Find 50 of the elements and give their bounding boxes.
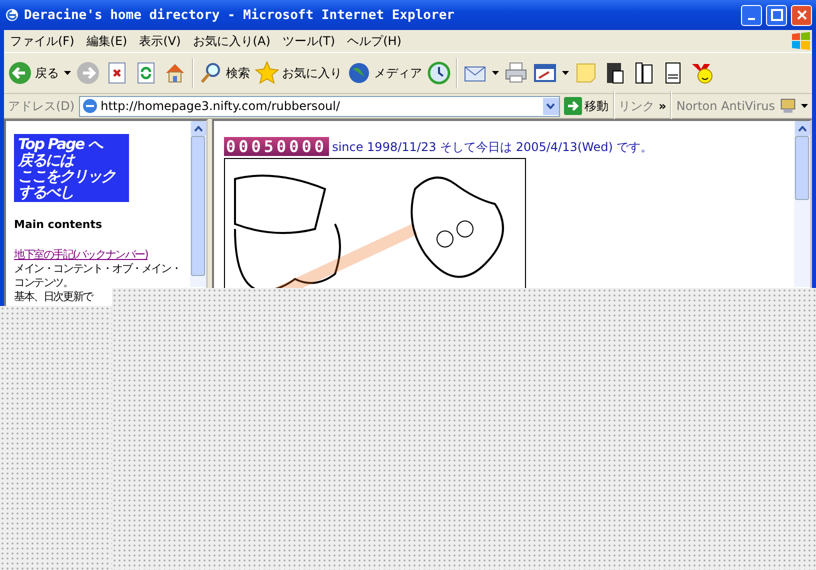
chevron-down-icon xyxy=(546,103,556,109)
links-label[interactable]: リンク xyxy=(618,98,655,114)
menu-item[interactable]: ファイル(F) xyxy=(4,32,80,50)
smiley-icon[interactable] xyxy=(690,61,714,85)
globe-icon xyxy=(347,61,371,85)
scrollbar[interactable] xyxy=(794,121,810,287)
caret-icon[interactable] xyxy=(801,104,808,108)
caret-icon[interactable] xyxy=(562,71,569,75)
back-button[interactable]: 戻る xyxy=(8,61,59,85)
visitor-counter: 00050000 xyxy=(224,137,330,156)
caret-icon[interactable] xyxy=(64,71,71,75)
menu-item[interactable]: お気に入り(A) xyxy=(186,32,276,50)
since-text: since 1998/11/23 そして今日は 2005/4/13(Wed) です。 xyxy=(332,139,653,156)
address-field[interactable]: http://homepage3.nifty.com/rubbersoul/ xyxy=(78,96,560,116)
chevron[interactable]: » xyxy=(658,99,666,113)
description-text: メイン・コンテント・オブ・メイン・コンテンツ。 xyxy=(14,262,182,290)
media-button[interactable]: メディア xyxy=(347,61,422,85)
backnumber-link[interactable]: 地下室の手記(バックナンバー) xyxy=(14,247,148,262)
menu-item[interactable]: 表示(V) xyxy=(133,32,187,50)
scrollbar[interactable] xyxy=(190,121,206,287)
monitor-icon[interactable] xyxy=(779,97,797,115)
menu-item[interactable]: 編集(E) xyxy=(80,32,134,50)
caret-icon[interactable] xyxy=(492,71,499,75)
minimize-button[interactable] xyxy=(741,4,762,26)
browser-icon[interactable] xyxy=(4,7,20,23)
go-button[interactable]: 移動 xyxy=(564,97,609,115)
close-button[interactable] xyxy=(791,4,812,26)
chevron-up-icon xyxy=(194,126,202,132)
close-icon xyxy=(796,9,808,21)
maximize-icon xyxy=(770,9,782,21)
window-title: Deracine's home directory - Microsoft Internet Explorer xyxy=(24,8,456,22)
search-icon xyxy=(199,61,223,85)
edit-window-icon[interactable] xyxy=(533,61,557,85)
star-icon xyxy=(255,61,279,85)
history-icon[interactable] xyxy=(427,61,451,85)
search-button[interactable]: 検索 xyxy=(199,61,250,85)
windows-flag-icon xyxy=(790,31,812,51)
minimize-icon xyxy=(748,18,755,20)
main-contents-heading: Main contents xyxy=(14,218,102,231)
dropdown-button[interactable] xyxy=(542,98,559,114)
printer-icon[interactable] xyxy=(504,61,528,85)
norton-antivirus-label[interactable]: Norton AntiVirus xyxy=(676,99,775,113)
menu-item[interactable]: ヘルプ(H) xyxy=(341,32,408,50)
maximize-button[interactable] xyxy=(766,4,787,26)
address-label: アドレス(D) xyxy=(8,98,75,114)
top-page-banner-link[interactable]: Top Page へ 戻るには ここをクリック するべし xyxy=(14,134,129,202)
menu-item[interactable]: ツール(T) xyxy=(276,32,342,50)
favorites-button[interactable]: お気に入り xyxy=(255,61,342,85)
chevron-up-icon xyxy=(798,126,806,132)
note-text: 基本、日次更新で xyxy=(14,290,92,304)
